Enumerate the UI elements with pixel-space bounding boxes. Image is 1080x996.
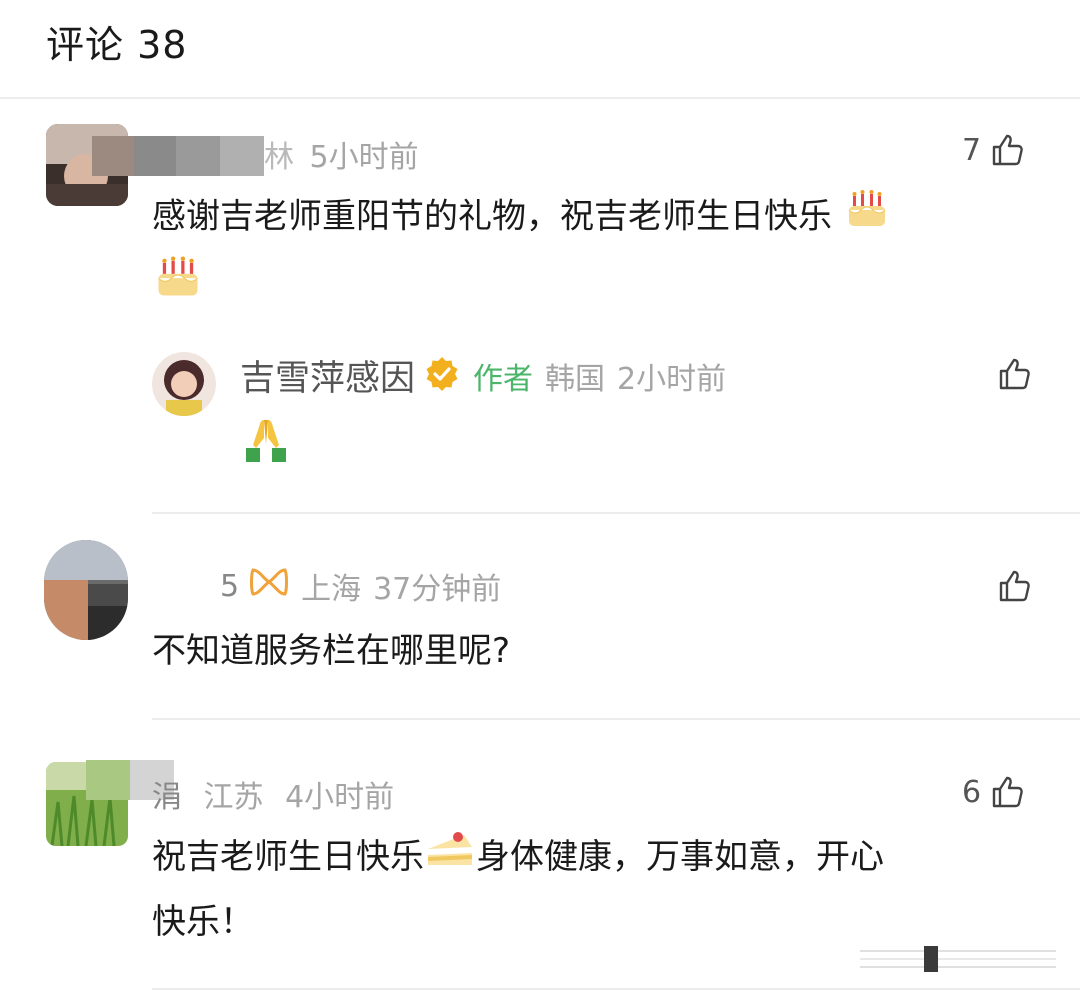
like-count: 7 — [962, 132, 982, 168]
avatar[interactable] — [44, 540, 128, 640]
comment-text: 身体健康，万事如意，开心 — [476, 837, 884, 877]
reply-location: 韩国 — [545, 361, 606, 397]
verified-badge-icon — [423, 355, 461, 397]
header-divider — [0, 97, 1080, 99]
thumbs-up-icon — [989, 132, 1025, 168]
comment-text: 感谢吉老师重阳节的礼物，祝吉老师生日快乐 — [152, 196, 832, 237]
comment-time: 37分钟前 — [373, 572, 502, 607]
folded-hands-icon — [240, 414, 292, 468]
comment-text: 祝吉老师生日快乐 — [152, 837, 424, 877]
reply-time: 2小时前 — [617, 361, 727, 397]
author-avatar[interactable] — [152, 352, 216, 416]
comments-title: 评论 38 — [46, 23, 188, 67]
birthday-cake-icon — [843, 184, 891, 252]
comment-location: 上海 — [301, 572, 362, 607]
comment-text: 快乐！ — [152, 901, 254, 942]
thumbs-up-icon — [996, 356, 1032, 392]
birthday-cake-icon — [152, 250, 204, 306]
comment-time: 5小时前 — [309, 140, 419, 175]
username-partial[interactable]: 涓 — [152, 780, 182, 815]
divider — [152, 512, 1080, 514]
username-partial[interactable]: 5 — [220, 569, 239, 604]
scroll-indicator — [860, 944, 1056, 974]
author-name[interactable]: 吉雪萍感因 — [240, 350, 415, 401]
divider — [152, 718, 1080, 720]
author-tag: 作者 — [473, 361, 534, 397]
comment-text: 不知道服务栏在哪里呢? — [152, 631, 511, 671]
username-pixelated[interactable] — [92, 136, 264, 176]
like-count: 6 — [962, 774, 982, 810]
like-button[interactable] — [996, 356, 1032, 392]
thumbs-up-icon — [989, 774, 1025, 810]
like-button[interactable]: 6 — [962, 774, 1025, 810]
vip-icon — [249, 566, 289, 606]
thumbs-up-icon — [996, 568, 1032, 604]
username-partial[interactable]: 林 — [264, 140, 294, 175]
like-button[interactable] — [996, 568, 1032, 604]
like-button[interactable]: 7 — [962, 132, 1025, 168]
comment-time: 4小时前 — [285, 780, 395, 815]
divider — [152, 988, 1080, 990]
comment-location: 江苏 — [203, 780, 264, 815]
cake-slice-icon — [424, 827, 476, 891]
